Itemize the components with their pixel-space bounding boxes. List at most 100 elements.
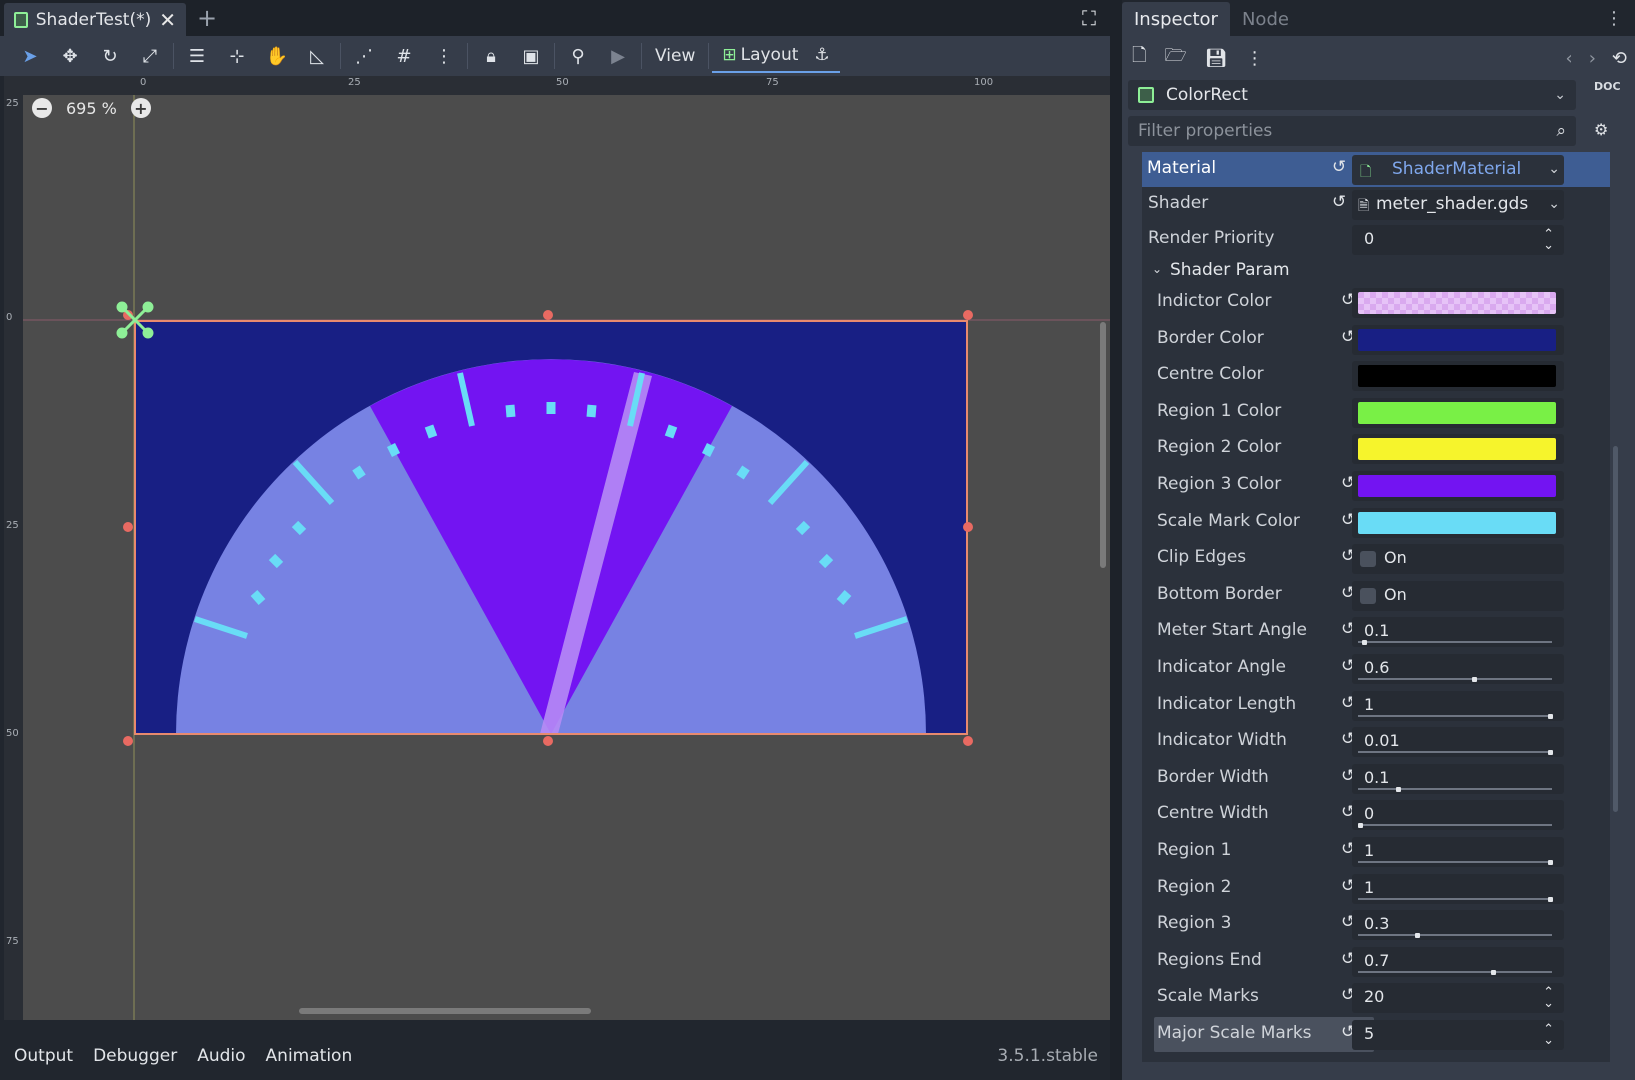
shader-resource-picker[interactable]: 🗎 meter_shader.gds ⌄ [1352, 190, 1564, 220]
canvas-viewport[interactable]: 0 25 50 75 100 25 0 25 50 75 − 695 % + [4, 76, 1110, 1020]
property-int[interactable]: Major Scale Marks ↺ 5 ⌃ ⌄ [1142, 1017, 1610, 1052]
vertical-scrollbar[interactable] [1100, 322, 1106, 568]
slider-field[interactable]: 0 [1352, 800, 1564, 830]
color-picker-button[interactable] [1352, 325, 1564, 355]
doc-icon[interactable]: DOC [1594, 80, 1621, 93]
color-picker-button[interactable] [1352, 288, 1564, 318]
color-picker-button[interactable] [1352, 434, 1564, 464]
view-menu[interactable]: View [645, 39, 705, 73]
slider-field[interactable]: 0.3 [1352, 910, 1564, 940]
revert-icon[interactable]: ↺ [1332, 157, 1346, 177]
animation-tab[interactable]: Animation [266, 1046, 353, 1066]
slider-knob[interactable] [1396, 787, 1401, 792]
property-material[interactable]: Material ↺ 🗋 ShaderMaterial ⌄ [1142, 152, 1610, 187]
property-bool[interactable]: Bottom Border ↺ On [1142, 578, 1610, 613]
material-resource-picker[interactable]: 🗋 ShaderMaterial ⌄ [1352, 155, 1564, 185]
more-icon[interactable]: ⋮ [1246, 48, 1264, 69]
checkbox[interactable] [1360, 588, 1376, 604]
layout-menu[interactable]: ⊞ Layout ⚓︎ [712, 39, 840, 73]
zoom-level[interactable]: 695 % [66, 99, 117, 118]
slider-field[interactable]: 1 [1352, 874, 1564, 904]
spin-arrows-icon[interactable]: ⌃ ⌄ [1543, 228, 1554, 252]
property-color[interactable]: Scale Mark Color ↺ [1142, 505, 1610, 540]
rotate-mode-icon[interactable]: ↻ [90, 39, 130, 73]
slider-field[interactable]: 1 [1352, 691, 1564, 721]
group-icon[interactable]: ▣ [511, 39, 551, 73]
checkbox-field[interactable]: On [1352, 581, 1564, 611]
ruler-left[interactable]: 25 0 25 50 75 [4, 76, 23, 1020]
property-int[interactable]: Scale Marks ↺ 20 ⌃ ⌄ [1142, 980, 1610, 1015]
scene-tab[interactable]: ShaderTest(*) ✕ [4, 3, 186, 36]
select-mode-icon[interactable]: ➤ [10, 39, 50, 73]
slider-knob[interactable] [1415, 933, 1420, 938]
node-selector[interactable]: ColorRect ⌄ [1128, 80, 1576, 110]
slider-field[interactable]: 0.6 [1352, 654, 1564, 684]
ruler-top[interactable]: 0 25 50 75 100 [4, 76, 1110, 95]
revert-icon[interactable]: ↺ [1332, 192, 1346, 212]
property-float[interactable]: Regions End ↺ 0.7 [1142, 944, 1610, 979]
pivot-icon[interactable]: ⊹ [217, 39, 257, 73]
slider-knob[interactable] [1548, 714, 1553, 719]
inspector-scrollbar[interactable] [1613, 446, 1618, 812]
property-options-icon[interactable]: ⚙︎ [1594, 120, 1608, 139]
render-priority-spinbox[interactable]: 0 ⌃ ⌄ [1352, 225, 1564, 255]
slider-knob[interactable] [1358, 823, 1363, 828]
list-select-icon[interactable]: ☰ [177, 39, 217, 73]
slider-field[interactable]: 0.7 [1352, 947, 1564, 977]
color-picker-button[interactable] [1352, 508, 1564, 538]
close-icon[interactable]: ✕ [159, 8, 176, 32]
property-bool[interactable]: Clip Edges ↺ On [1142, 541, 1610, 576]
slider-knob[interactable] [1548, 750, 1553, 755]
history-icon[interactable]: ⟲ [1612, 48, 1627, 69]
slider-field[interactable]: 0.1 [1352, 764, 1564, 794]
open-resource-icon[interactable]: 🗁 [1164, 43, 1186, 73]
property-float[interactable]: Border Width ↺ 0.1 [1142, 761, 1610, 796]
zoom-out-icon[interactable]: − [32, 98, 52, 118]
ruler-icon[interactable]: ◺ [297, 39, 337, 73]
slider-knob[interactable] [1548, 897, 1553, 902]
bone-icon[interactable]: ⚲ [558, 39, 598, 73]
property-color[interactable]: Region 3 Color ↺ [1142, 468, 1610, 503]
tab-inspector[interactable]: Inspector [1122, 2, 1230, 36]
color-picker-button[interactable] [1352, 471, 1564, 501]
lock-icon[interactable]: 🔒︎ [471, 39, 511, 73]
add-tab-icon[interactable]: + [197, 4, 217, 32]
property-float[interactable]: Indicator Length ↺ 1 [1142, 688, 1610, 723]
property-float[interactable]: Meter Start Angle ↺ 0.1 [1142, 614, 1610, 649]
property-float[interactable]: Region 3 ↺ 0.3 [1142, 907, 1610, 942]
filter-properties-input[interactable]: Filter properties ⌕ [1128, 116, 1576, 146]
slider-field[interactable]: 1 [1352, 837, 1564, 867]
back-icon[interactable]: ‹ [1566, 48, 1573, 69]
property-color[interactable]: Region 2 Color [1142, 431, 1610, 466]
slider-field[interactable]: 0.1 [1352, 617, 1564, 647]
spin-arrows-icon[interactable]: ⌃ ⌄ [1543, 986, 1554, 1010]
property-float[interactable]: Centre Width ↺ 0 [1142, 797, 1610, 832]
property-float[interactable]: Indicator Angle ↺ 0.6 [1142, 651, 1610, 686]
property-render-priority[interactable]: Render Priority 0 ⌃ ⌄ [1142, 222, 1610, 257]
property-float[interactable]: Region 1 ↺ 1 [1142, 834, 1610, 869]
audio-tab[interactable]: Audio [197, 1046, 245, 1066]
property-float[interactable]: Indicator Width ↺ 0.01 [1142, 724, 1610, 759]
pan-icon[interactable]: ✋ [257, 39, 297, 73]
slider-field[interactable]: 0.01 [1352, 727, 1564, 757]
spin-arrows-icon[interactable]: ⌃ ⌄ [1543, 1023, 1554, 1047]
forward-icon[interactable]: › [1589, 48, 1596, 69]
camera-icon[interactable]: ▶ [598, 39, 638, 73]
dock-menu-icon[interactable]: ⋮ [1605, 8, 1623, 29]
slider-knob[interactable] [1472, 677, 1477, 682]
property-color[interactable]: Border Color ↺ [1142, 322, 1610, 357]
color-picker-button[interactable] [1352, 398, 1564, 428]
horizontal-scrollbar[interactable] [299, 1008, 591, 1014]
fullscreen-icon[interactable]: ⛶ [1082, 6, 1096, 30]
grid-snap-icon[interactable]: # [384, 39, 424, 73]
scale-mode-icon[interactable]: ⤢ [130, 39, 170, 73]
tab-node[interactable]: Node [1230, 2, 1301, 36]
section-shader-param[interactable]: ⌄ Shader Param [1142, 257, 1610, 285]
spinbox-field[interactable]: 5 ⌃ ⌄ [1352, 1020, 1564, 1050]
slider-knob[interactable] [1362, 640, 1367, 645]
property-color[interactable]: Indictor Color ↺ [1142, 285, 1610, 320]
slider-knob[interactable] [1548, 860, 1553, 865]
debugger-tab[interactable]: Debugger [93, 1046, 177, 1066]
property-color[interactable]: Centre Color [1142, 358, 1610, 393]
spinbox-field[interactable]: 20 ⌃ ⌄ [1352, 983, 1564, 1013]
